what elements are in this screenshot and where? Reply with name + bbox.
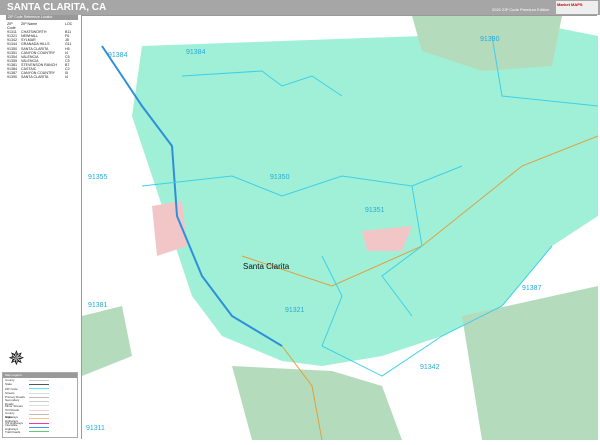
zip-index-header: ZIP Code ZIP Name LOC bbox=[7, 22, 72, 30]
legend-swatch bbox=[29, 426, 49, 428]
zip-index-cell: 91390 bbox=[7, 75, 17, 80]
col-loc: LOC bbox=[65, 22, 73, 26]
legend-swatch bbox=[29, 414, 49, 416]
legend-swatch bbox=[29, 418, 49, 420]
zip-code-label: 91311 bbox=[86, 425, 105, 432]
legend-swatch bbox=[29, 383, 49, 385]
legend-swatch bbox=[29, 379, 49, 381]
legend-swatch bbox=[29, 431, 49, 433]
zip-code-label: 91355 bbox=[88, 174, 108, 181]
legend-swatch bbox=[29, 388, 49, 390]
legend-swatch bbox=[29, 396, 49, 398]
compass-rose-icon: ✵ bbox=[8, 348, 25, 370]
legend-swatch bbox=[29, 401, 49, 403]
legend-swatch bbox=[29, 405, 49, 407]
legend-label: Trail Roads bbox=[5, 429, 21, 434]
zip-code-label: 91351 bbox=[365, 207, 385, 214]
edition-label: 2020 ZIP Code Premium Edition bbox=[492, 7, 550, 12]
brand-logo: Market MAPS bbox=[556, 1, 598, 14]
zip-code-label: 91350 bbox=[270, 174, 290, 181]
zip-code-label: 91321 bbox=[285, 307, 305, 314]
zip-code-label: 91390 bbox=[480, 36, 500, 43]
map-title: SANTA CLARITA, CA bbox=[7, 2, 107, 13]
zip-index-cell: I4 bbox=[65, 75, 68, 80]
legend-swatch bbox=[29, 422, 49, 424]
map-svg bbox=[82, 16, 599, 441]
col-name: ZIP Name bbox=[21, 22, 38, 26]
zip-code-label: 91384 bbox=[186, 49, 206, 56]
zip-index-row: 91390 SANTA CLARITA I4 bbox=[7, 75, 72, 79]
map-canvas[interactable] bbox=[81, 15, 599, 441]
col-zip: ZIP Code bbox=[7, 22, 16, 31]
zip-code-label: 91381 bbox=[88, 302, 108, 309]
city-label: Santa Clarita bbox=[243, 262, 290, 271]
zip-code-label: 91384 bbox=[108, 52, 128, 59]
map-legend: Map Legend County State ZIP Code Streets Pri… bbox=[2, 372, 78, 438]
header-bar: SANTA CLARITA, CA 2020 ZIP Code Premium … bbox=[0, 0, 600, 15]
zip-index-cell: SANTA CLARITA bbox=[21, 75, 49, 80]
zip-index-title: ZIP Code Reference Locator bbox=[6, 15, 78, 20]
zip-index-table: ZIP Code ZIP Name LOC 91311 CHATSWORTH B11 91… bbox=[7, 22, 72, 79]
legend-swatch bbox=[29, 409, 49, 411]
legend-item: Trail Roads bbox=[3, 430, 77, 434]
legend-swatch bbox=[29, 392, 49, 394]
zip-code-label: 91387 bbox=[522, 285, 542, 292]
zip-code-label: 91342 bbox=[420, 364, 440, 371]
